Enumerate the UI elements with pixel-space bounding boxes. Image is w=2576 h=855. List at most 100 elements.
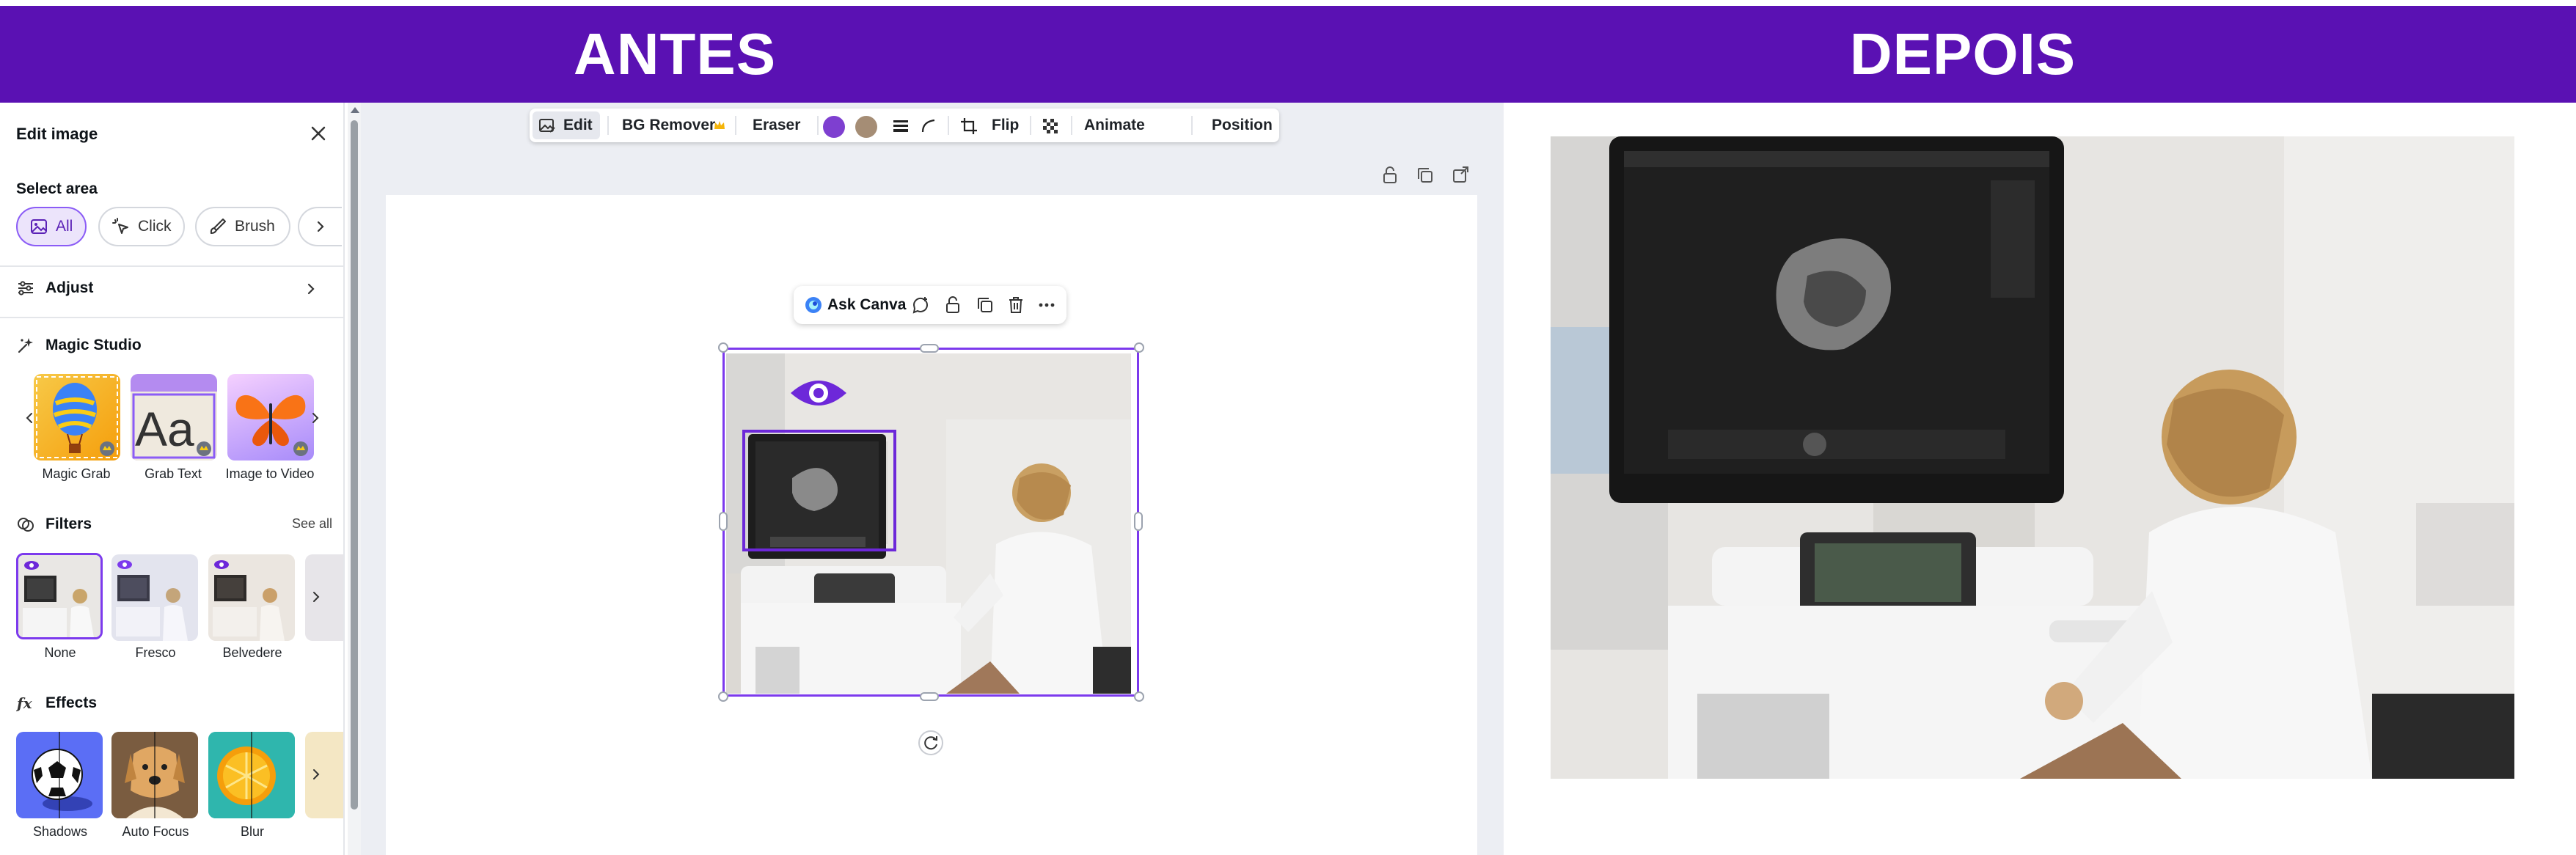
bg-remover-button[interactable]: BG Remover [622, 109, 715, 142]
effects-label: Effects [45, 694, 98, 711]
filter-next-tile[interactable] [305, 554, 343, 641]
chevron-right-icon[interactable] [302, 280, 320, 298]
magic-click-icon [112, 218, 128, 234]
resize-handle-top-left[interactable] [718, 342, 728, 353]
select-click-label: Click [138, 218, 172, 235]
resize-handle-right[interactable] [1134, 512, 1143, 531]
border-weight-icon[interactable] [892, 117, 910, 135]
butterfly-icon [235, 395, 308, 456]
filter-preview-image [208, 554, 295, 641]
eraser-button[interactable]: Eraser [753, 109, 800, 142]
divider [0, 317, 343, 318]
toolbar-separator [1191, 116, 1193, 135]
effects-heading: fx Effects [16, 694, 97, 713]
edit-image-icon[interactable] [538, 117, 556, 135]
chevron-right-icon[interactable] [308, 411, 323, 425]
before-title: ANTES [573, 21, 777, 87]
scrollbar-thumb[interactable] [351, 120, 358, 810]
toolbar-separator [817, 116, 819, 135]
add-page-icon[interactable] [1451, 166, 1470, 185]
lock-icon[interactable] [1380, 166, 1399, 185]
element-float-toolbar: Ask Canva [794, 286, 1066, 324]
magic-studio-heading: Magic Studio [16, 336, 142, 355]
divider [0, 265, 343, 267]
resize-handle-bottom-right[interactable] [1134, 691, 1144, 702]
resize-handle-left[interactable] [719, 512, 728, 531]
svg-text:fx: fx [16, 694, 33, 712]
effect-auto-focus-tile[interactable] [111, 732, 198, 818]
transparency-icon[interactable] [1042, 117, 1059, 135]
chevron-right-icon [313, 592, 320, 602]
adjust-row[interactable]: Adjust [16, 279, 93, 298]
more-options-icon[interactable] [1037, 296, 1056, 315]
fx-icon: fx [16, 694, 33, 712]
ultrasound-scene-image [1551, 136, 2514, 779]
resize-handle-bottom-left[interactable] [718, 691, 728, 702]
filters-see-all-link[interactable]: See all [292, 516, 332, 532]
corner-rounding-icon[interactable] [920, 117, 937, 135]
effect-blur-label: Blur [240, 824, 264, 839]
effect-blur-tile[interactable] [208, 732, 295, 818]
resize-handle-top[interactable] [920, 344, 939, 353]
close-icon[interactable] [307, 122, 330, 145]
select-brush-button[interactable]: Brush [195, 207, 290, 246]
duplicate-icon[interactable] [976, 296, 995, 315]
resize-handle-bottom[interactable] [920, 692, 939, 701]
filter-none-label: None [44, 645, 76, 660]
image-icon [31, 219, 47, 234]
toolbar-separator [1030, 116, 1031, 135]
flip-button[interactable]: Flip [992, 109, 1019, 142]
magic-grab-label: Magic Grab [42, 466, 111, 481]
orange-slice-icon [208, 732, 295, 818]
adjust-label: Adjust [45, 279, 94, 296]
color-swatch-purple[interactable] [823, 116, 845, 138]
grab-text-tile[interactable]: Aa [131, 374, 217, 460]
toolbar-separator [607, 116, 609, 135]
toolbar-separator [735, 116, 736, 135]
scroll-up-arrow[interactable] [351, 107, 359, 113]
effect-auto-focus-label: Auto Focus [122, 824, 189, 839]
crown-icon [714, 121, 725, 129]
after-image [1551, 136, 2514, 779]
filter-belvedere-tile[interactable] [208, 554, 295, 641]
animate-button[interactable]: Animate [1084, 109, 1145, 142]
duplicate-page-icon[interactable] [1416, 166, 1435, 185]
image-to-video-label: Image to Video [225, 466, 315, 481]
comment-add-icon[interactable] [911, 296, 930, 315]
filter-fresco-tile[interactable] [111, 554, 198, 641]
effect-next-tile[interactable] [305, 732, 343, 818]
select-click-button[interactable]: Click [98, 207, 185, 246]
filters-heading: Filters [16, 515, 92, 534]
image-to-video-tile[interactable] [227, 374, 314, 460]
effect-shadows-tile[interactable] [16, 732, 103, 818]
lock-icon[interactable] [943, 296, 962, 315]
resize-handle-top-right[interactable] [1134, 342, 1144, 353]
ask-canva-icon [805, 297, 822, 313]
header-banner: ANTES DEPOIS [0, 6, 2576, 103]
filter-icon [18, 518, 34, 532]
magic-grab-tile[interactable] [34, 374, 120, 460]
select-brush-label: Brush [235, 218, 275, 235]
select-all-label: All [56, 218, 73, 235]
edit-button[interactable]: Edit [563, 109, 593, 142]
sliders-icon [18, 281, 33, 296]
toolbar-separator [1071, 116, 1072, 135]
svg-text:Aa: Aa [135, 402, 194, 456]
crop-icon[interactable] [959, 117, 978, 136]
chevron-right-icon [313, 769, 320, 779]
edit-image-panel: Edit image Select area All Click Brush A… [0, 103, 345, 855]
rotate-handle[interactable] [918, 730, 943, 755]
select-area-next-button[interactable] [298, 207, 342, 246]
filter-none-tile[interactable] [16, 553, 103, 639]
filter-preview-image [111, 554, 198, 641]
position-button[interactable]: Position [1212, 109, 1273, 142]
brush-icon [210, 219, 226, 235]
trash-icon[interactable] [1006, 296, 1025, 315]
ask-canva-button[interactable]: Ask Canva [827, 286, 906, 324]
dog-icon [111, 732, 198, 818]
effect-shadows-label: Shadows [32, 824, 88, 839]
select-all-button[interactable]: All [16, 207, 87, 246]
filter-preview-image [18, 555, 100, 637]
magic-studio-label: Magic Studio [45, 337, 142, 353]
color-swatch-tan[interactable] [855, 116, 877, 138]
